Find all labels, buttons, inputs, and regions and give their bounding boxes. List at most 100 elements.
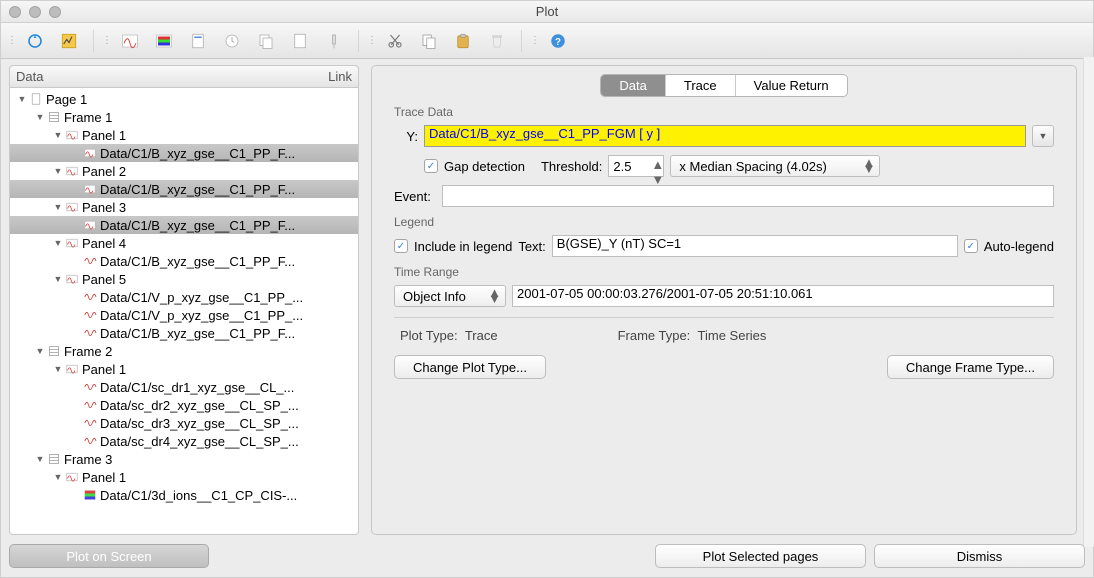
timerange-mode-select[interactable]: Object Info▲▼	[394, 285, 506, 307]
wave-icon	[82, 398, 98, 412]
tab-trace[interactable]: Trace	[666, 75, 736, 96]
titlebar: Plot	[1, 1, 1093, 23]
chart-icon[interactable]	[55, 28, 83, 54]
heatmap-icon[interactable]	[150, 28, 178, 54]
copy-icon[interactable]	[415, 28, 443, 54]
svg-text:?: ?	[555, 36, 561, 47]
tree-row[interactable]: ▼Panel 1	[10, 360, 358, 378]
tree-label: Data/C1/B_xyz_gse__C1_PP_F...	[100, 326, 295, 341]
spacing-select[interactable]: x Median Spacing (4.02s)▲▼	[670, 155, 880, 177]
line-icon[interactable]	[116, 28, 144, 54]
marker-icon[interactable]	[320, 28, 348, 54]
tree-row[interactable]: ▼Panel 2	[10, 162, 358, 180]
page-icon	[28, 92, 44, 106]
event-input[interactable]	[442, 185, 1054, 207]
wave-icon	[82, 434, 98, 448]
paste-icon[interactable]	[449, 28, 477, 54]
properties-panel: Data Trace Value Return Trace Data Y: Da…	[371, 65, 1077, 535]
auto-legend-label: Auto-legend	[984, 239, 1054, 254]
wave-icon	[82, 380, 98, 394]
dismiss-button[interactable]: Dismiss	[874, 544, 1085, 568]
tree-label: Data/C1/3d_ions__C1_CP_CIS-...	[100, 488, 297, 503]
tree-label: Frame 1	[64, 110, 112, 125]
toolbar-grip-4: ⋮	[530, 36, 538, 46]
tree-row[interactable]: ▼Panel 1	[10, 126, 358, 144]
toolbar-grip-2: ⋮	[102, 36, 110, 46]
tree-row[interactable]: ▼Data/C1/V_p_xyz_gse__C1_PP_...	[10, 306, 358, 324]
wave-icon	[82, 308, 98, 322]
legend-text-input[interactable]: B(GSE)_Y (nT) SC=1	[552, 235, 958, 257]
tree-row[interactable]: ▼Frame 1	[10, 108, 358, 126]
threshold-label: Threshold:	[541, 159, 602, 174]
data-tree[interactable]: ▼Page 1▼Frame 1▼Panel 1▼Data/C1/B_xyz_gs…	[9, 87, 359, 535]
tree-label: Data/sc_dr3_xyz_gse__CL_SP_...	[100, 416, 299, 431]
panel-icon	[64, 164, 80, 178]
tab-value-return[interactable]: Value Return	[736, 75, 847, 96]
tree-row[interactable]: ▼Data/C1/B_xyz_gse__C1_PP_F...	[10, 324, 358, 342]
tabs: Data Trace Value Return	[600, 74, 847, 97]
blank-page-icon[interactable]	[286, 28, 314, 54]
tree-row[interactable]: ▼Data/C1/B_xyz_gse__C1_PP_F...	[10, 252, 358, 270]
tree-row[interactable]: ▼Data/C1/sc_dr1_xyz_gse__CL_...	[10, 378, 358, 396]
y-label: Y:	[394, 129, 418, 144]
tree-row[interactable]: ▼Data/C1/3d_ions__C1_CP_CIS-...	[10, 486, 358, 504]
tree-row[interactable]: ▼Data/sc_dr4_xyz_gse__CL_SP_...	[10, 432, 358, 450]
wave-icon	[82, 254, 98, 268]
tree-row[interactable]: ▼Frame 2	[10, 342, 358, 360]
refresh-icon[interactable]	[21, 28, 49, 54]
tree-row[interactable]: ▼Page 1	[10, 90, 358, 108]
tree-row[interactable]: ▼Panel 5	[10, 270, 358, 288]
plot-on-screen-button[interactable]: Plot on Screen	[9, 544, 209, 568]
tree-label: Frame 3	[64, 452, 112, 467]
tree-row[interactable]: ▼Data/sc_dr2_xyz_gse__CL_SP_...	[10, 396, 358, 414]
panel-icon	[82, 146, 98, 160]
toolbar: ⋮ ⋮ ⋮ ⋮ ?	[1, 23, 1093, 59]
tree-label: Data/sc_dr2_xyz_gse__CL_SP_...	[100, 398, 299, 413]
clock-icon[interactable]	[218, 28, 246, 54]
y-input[interactable]: Data/C1/B_xyz_gse__C1_PP_FGM [ y ]	[424, 125, 1026, 147]
include-legend-label: Include in legend	[414, 239, 512, 254]
tree-label: Data/sc_dr4_xyz_gse__CL_SP_...	[100, 434, 299, 449]
gap-checkbox[interactable]: ✓	[424, 159, 438, 173]
tree-label: Data/C1/B_xyz_gse__C1_PP_F...	[100, 218, 295, 233]
tree-label: Panel 5	[82, 272, 126, 287]
tree-label: Page 1	[46, 92, 87, 107]
timerange-input[interactable]: 2001-07-05 00:00:03.276/2001-07-05 20:51…	[512, 285, 1054, 307]
group-time-range: Time Range	[394, 265, 1064, 279]
change-plot-type-button[interactable]: Change Plot Type...	[394, 355, 546, 379]
include-legend-checkbox[interactable]: ✓	[394, 239, 408, 253]
change-frame-type-button[interactable]: Change Frame Type...	[887, 355, 1054, 379]
wave-icon	[82, 290, 98, 304]
wave-icon	[82, 326, 98, 340]
tree-label: Frame 2	[64, 344, 112, 359]
tree-row[interactable]: ▼Frame 3	[10, 450, 358, 468]
tree-label: Data/C1/sc_dr1_xyz_gse__CL_...	[100, 380, 294, 395]
sheets-icon[interactable]	[252, 28, 280, 54]
tree-row[interactable]: ▼Panel 4	[10, 234, 358, 252]
tree-row[interactable]: ▼Data/sc_dr3_xyz_gse__CL_SP_...	[10, 414, 358, 432]
plot-selected-button[interactable]: Plot Selected pages	[655, 544, 866, 568]
tree-row[interactable]: ▼Data/C1/V_p_xyz_gse__C1_PP_...	[10, 288, 358, 306]
tree-label: Data/C1/B_xyz_gse__C1_PP_F...	[100, 182, 295, 197]
toolbar-grip-3: ⋮	[367, 36, 375, 46]
right-scrollbar[interactable]	[1083, 57, 1094, 547]
threshold-input[interactable]: 2.5▲▼	[608, 155, 664, 177]
page-icon[interactable]	[184, 28, 212, 54]
y-dropdown[interactable]: ▼	[1032, 125, 1054, 147]
tree-row[interactable]: ▼Panel 1	[10, 468, 358, 486]
tree-label: Panel 1	[82, 470, 126, 485]
tree-row[interactable]: ▼Data/C1/B_xyz_gse__C1_PP_F...	[10, 216, 358, 234]
tab-data[interactable]: Data	[601, 75, 665, 96]
wave-icon	[82, 416, 98, 430]
help-icon[interactable]: ?	[544, 28, 572, 54]
tree-label: Panel 1	[82, 128, 126, 143]
plot-type-label: Plot Type:	[400, 328, 458, 343]
window-title: Plot	[1, 4, 1093, 19]
tree-row[interactable]: ▼Panel 3	[10, 198, 358, 216]
auto-legend-checkbox[interactable]: ✓	[964, 239, 978, 253]
cut-icon[interactable]	[381, 28, 409, 54]
tree-header: Data Link	[9, 65, 359, 87]
trash-icon[interactable]	[483, 28, 511, 54]
tree-row[interactable]: ▼Data/C1/B_xyz_gse__C1_PP_F...	[10, 180, 358, 198]
tree-row[interactable]: ▼Data/C1/B_xyz_gse__C1_PP_F...	[10, 144, 358, 162]
